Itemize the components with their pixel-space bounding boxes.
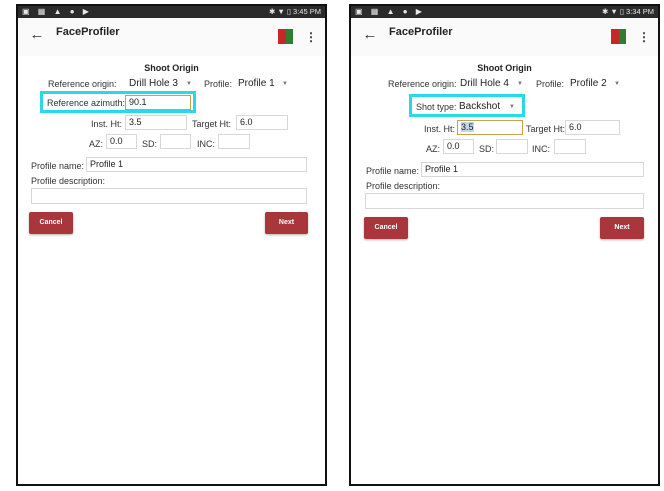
target-ht-input[interactable]: 6.0 bbox=[236, 115, 288, 130]
caret-down-icon[interactable]: ▼ bbox=[186, 81, 192, 87]
reference-origin-label: Reference origin: bbox=[48, 79, 117, 89]
az-label: AZ: bbox=[89, 139, 104, 149]
profile-label: Profile: bbox=[536, 79, 565, 89]
profile-name-input[interactable]: Profile 1 bbox=[86, 157, 307, 172]
reference-azimuth-value: 90.1 bbox=[129, 97, 147, 107]
status-time: ✱ ▼ ▯ 3:45 PM bbox=[268, 7, 321, 16]
cancel-button[interactable]: Cancel bbox=[29, 212, 73, 234]
target-ht-label: Target Ht: bbox=[526, 124, 566, 134]
az-input[interactable]: 0.0 bbox=[106, 134, 137, 149]
shot-type-label: Shot type: bbox=[416, 102, 457, 112]
app-logo-icon[interactable] bbox=[278, 29, 293, 44]
profile-label: Profile: bbox=[204, 79, 233, 89]
app-bar: ← FaceProfiler ⋮ bbox=[351, 18, 658, 56]
shot-type-dropdown[interactable]: Backshot bbox=[459, 101, 500, 112]
az-value: 0.0 bbox=[110, 136, 123, 146]
back-arrow-icon[interactable]: ← bbox=[359, 24, 381, 46]
app-title: FaceProfiler bbox=[389, 26, 453, 38]
profile-name-input[interactable]: Profile 1 bbox=[421, 162, 644, 177]
app-title: FaceProfiler bbox=[56, 26, 120, 38]
profile-dropdown[interactable]: Profile 1 bbox=[238, 78, 275, 89]
app-bar: ← FaceProfiler ⋮ bbox=[18, 18, 325, 56]
more-options-icon[interactable]: ⋮ bbox=[638, 28, 650, 46]
sd-input[interactable] bbox=[496, 139, 528, 154]
inc-input[interactable] bbox=[218, 134, 250, 149]
inst-ht-label: Inst. Ht: bbox=[91, 119, 123, 129]
profile-description-input[interactable] bbox=[365, 193, 644, 209]
profile-name-label: Profile name: bbox=[366, 166, 420, 176]
app-logo-icon[interactable] bbox=[611, 29, 626, 44]
inst-ht-value: 3.5 bbox=[461, 122, 474, 132]
cancel-button[interactable]: Cancel bbox=[364, 217, 408, 239]
target-ht-input[interactable]: 6.0 bbox=[565, 120, 620, 135]
reference-origin-label: Reference origin: bbox=[388, 79, 457, 89]
sd-input[interactable] bbox=[160, 134, 191, 149]
reference-origin-dropdown[interactable]: Drill Hole 4 bbox=[460, 78, 509, 89]
caret-down-icon[interactable]: ▼ bbox=[517, 81, 523, 87]
target-ht-label: Target Ht: bbox=[192, 119, 232, 129]
profile-dropdown[interactable]: Profile 2 bbox=[570, 78, 607, 89]
phone-screen-shot-type: ▣ ▦ ▲ ● ▶ ✱ ▼ ▯ 3:34 PM ← FaceProfiler ⋮… bbox=[349, 4, 660, 486]
sd-label: SD: bbox=[142, 139, 158, 149]
az-label: AZ: bbox=[426, 144, 441, 154]
target-ht-value: 6.0 bbox=[240, 117, 253, 127]
screen-title: Shoot Origin bbox=[477, 63, 532, 73]
more-options-icon[interactable]: ⋮ bbox=[305, 28, 317, 46]
caret-down-icon[interactable]: ▼ bbox=[614, 81, 620, 87]
reference-azimuth-input[interactable]: 90.1 bbox=[125, 95, 191, 110]
inst-ht-input[interactable]: 3.5 bbox=[125, 115, 187, 130]
az-value: 0.0 bbox=[447, 141, 460, 151]
caret-down-icon[interactable]: ▼ bbox=[282, 81, 288, 87]
next-button[interactable]: Next bbox=[600, 217, 644, 239]
reference-azimuth-label: Reference azimuth: bbox=[47, 98, 126, 108]
profile-description-label: Profile description: bbox=[366, 181, 441, 191]
target-ht-value: 6.0 bbox=[569, 122, 582, 132]
inc-label: INC: bbox=[532, 144, 550, 154]
sd-label: SD: bbox=[479, 144, 495, 154]
back-arrow-icon[interactable]: ← bbox=[26, 24, 48, 46]
screen-title: Shoot Origin bbox=[144, 63, 199, 73]
status-time: ✱ ▼ ▯ 3:34 PM bbox=[601, 7, 654, 16]
status-bar: ▣ ▦ ▲ ● ▶ ✱ ▼ ▯ 3:45 PM bbox=[18, 6, 325, 18]
reference-origin-dropdown[interactable]: Drill Hole 3 bbox=[129, 78, 178, 89]
inst-ht-input[interactable]: 3.5 bbox=[457, 120, 523, 135]
next-button[interactable]: Next bbox=[265, 212, 308, 234]
profile-name-value: Profile 1 bbox=[425, 164, 459, 174]
status-notification-icons: ▣ ▦ ▲ ● ▶ bbox=[355, 7, 425, 16]
profile-name-value: Profile 1 bbox=[90, 159, 124, 169]
status-bar: ▣ ▦ ▲ ● ▶ ✱ ▼ ▯ 3:34 PM bbox=[351, 6, 658, 18]
status-notification-icons: ▣ ▦ ▲ ● ▶ bbox=[22, 7, 92, 16]
profile-name-label: Profile name: bbox=[31, 161, 85, 171]
az-input[interactable]: 0.0 bbox=[443, 139, 474, 154]
inc-input[interactable] bbox=[554, 139, 586, 154]
inst-ht-label: Inst. Ht: bbox=[424, 124, 456, 134]
inc-label: INC: bbox=[197, 139, 215, 149]
caret-down-icon[interactable]: ▼ bbox=[509, 104, 515, 110]
inst-ht-value: 3.5 bbox=[129, 117, 142, 127]
profile-description-input[interactable] bbox=[31, 188, 307, 204]
phone-screen-reference-azimuth: ▣ ▦ ▲ ● ▶ ✱ ▼ ▯ 3:45 PM ← FaceProfiler ⋮… bbox=[16, 4, 327, 486]
profile-description-label: Profile description: bbox=[31, 176, 106, 186]
